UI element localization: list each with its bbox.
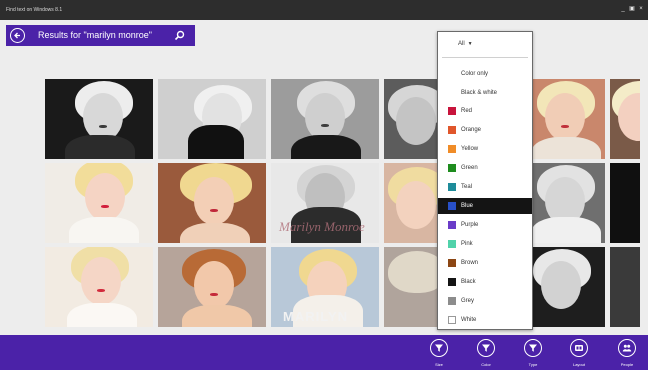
filter-icon (435, 344, 443, 352)
image-result[interactable] (158, 247, 266, 327)
search-icon[interactable] (174, 30, 185, 41)
color-option-grey[interactable]: Grey (438, 293, 532, 309)
color-option-purple[interactable]: Purple (438, 217, 532, 233)
type-filter-button[interactable]: Type (518, 339, 548, 368)
yellow-swatch (448, 145, 456, 153)
grey-swatch (448, 297, 456, 305)
back-button[interactable] (10, 28, 25, 43)
people-icon (622, 344, 632, 352)
image-result[interactable] (45, 163, 153, 243)
color-option-red[interactable]: Red (438, 103, 532, 119)
color-option-yellow[interactable]: Yellow (438, 141, 532, 157)
color-filter-menu: All ▼ Color only Black & white Red Orange… (437, 31, 533, 330)
color-option-green[interactable]: Green (438, 160, 532, 176)
maximize-button[interactable]: ▣ (629, 6, 635, 12)
image-result[interactable] (610, 79, 640, 159)
pink-swatch (448, 240, 456, 248)
app-bar: Size Color Type Layout People (0, 335, 648, 370)
image-result[interactable] (610, 247, 640, 327)
results-header: Results for "marilyn monroe" (6, 25, 195, 46)
size-filter-button[interactable]: Size (424, 339, 454, 368)
filter-all-label: All (458, 41, 465, 47)
image-result[interactable]: Marilyn Monroe (271, 163, 379, 243)
image-result[interactable] (45, 247, 153, 327)
image-results-grid: Marilyn Monroe MARILYN (45, 79, 640, 327)
filter-all-dropdown[interactable]: All ▼ (458, 40, 473, 48)
color-option-black[interactable]: Black (438, 274, 532, 290)
people-button[interactable]: People (612, 339, 642, 368)
orange-swatch (448, 126, 456, 134)
filter-icon (482, 344, 490, 352)
image-result[interactable] (158, 79, 266, 159)
image-result[interactable] (158, 163, 266, 243)
back-arrow-icon (14, 32, 20, 39)
brown-swatch (448, 259, 456, 267)
red-swatch (448, 107, 456, 115)
color-option-blue[interactable]: Blue (438, 198, 532, 214)
window-title: Find text on Windows 8.1 (6, 7, 63, 13)
color-option-color-only[interactable]: Color only (438, 66, 532, 82)
image-result[interactable] (271, 79, 379, 159)
image-result[interactable] (45, 79, 153, 159)
white-swatch (448, 316, 456, 324)
teal-swatch (448, 183, 456, 191)
color-option-pink[interactable]: Pink (438, 236, 532, 252)
window-titlebar: Find text on Windows 8.1 _ ▣ × (0, 0, 648, 20)
color-option-white[interactable]: White (438, 312, 532, 328)
blue-swatch (448, 202, 456, 210)
filter-icon (529, 344, 537, 352)
image-result[interactable] (610, 163, 640, 243)
minimize-button[interactable]: _ (620, 6, 626, 12)
image-result[interactable]: MARILYN (271, 247, 379, 327)
green-swatch (448, 164, 456, 172)
color-option-black-and-white[interactable]: Black & white (438, 85, 532, 101)
color-option-teal[interactable]: Teal (438, 179, 532, 195)
close-button[interactable]: × (638, 6, 644, 12)
chevron-down-icon: ▼ (467, 41, 473, 47)
signature-caption: Marilyn Monroe (279, 219, 365, 234)
color-option-orange[interactable]: Orange (438, 122, 532, 138)
name-overlay-caption: MARILYN (283, 309, 349, 324)
color-option-brown[interactable]: Brown (438, 255, 532, 271)
color-filter-button[interactable]: Color (471, 339, 501, 368)
layout-icon (575, 345, 583, 351)
black-swatch (448, 278, 456, 286)
results-title: Results for "marilyn monroe" (38, 30, 152, 40)
menu-divider (442, 57, 528, 58)
purple-swatch (448, 221, 456, 229)
layout-button[interactable]: Layout (564, 339, 594, 368)
